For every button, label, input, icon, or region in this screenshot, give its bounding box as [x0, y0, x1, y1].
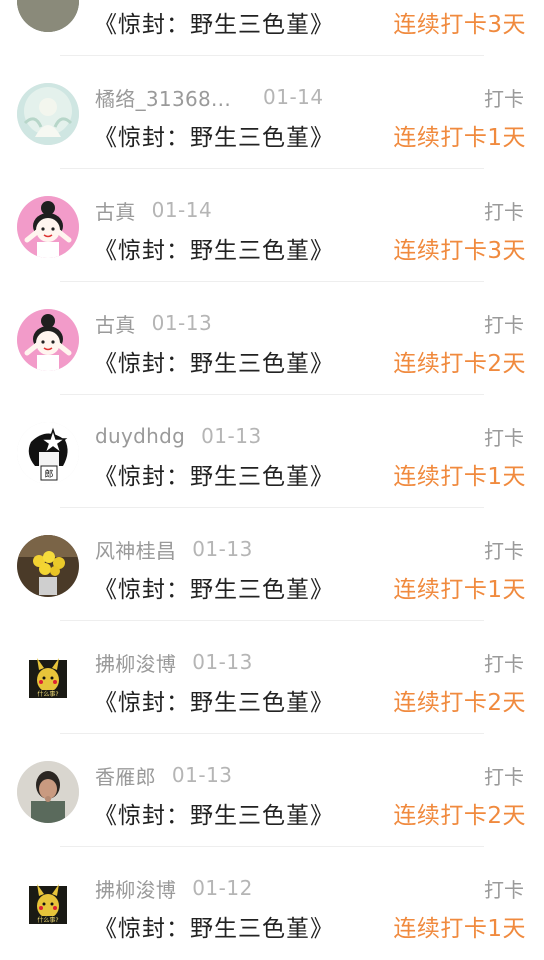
svg-text:什么事?: 什么事?: [37, 690, 58, 698]
streak-count: 连续打卡2天: [393, 803, 526, 829]
book-title[interactable]: 《惊封：野生三色堇》: [94, 231, 334, 265]
username[interactable]: 古真: [95, 196, 136, 225]
checkin-tag: 打卡: [484, 426, 524, 450]
avatar[interactable]: [17, 196, 79, 258]
book-title[interactable]: 《惊封：野生三色堇》: [94, 118, 334, 152]
svg-text:什么事?: 什么事?: [37, 916, 58, 924]
checkin-tag: 打卡: [484, 652, 524, 676]
streak-count: 连续打卡2天: [393, 690, 526, 716]
avatar[interactable]: 什么事?: [17, 648, 79, 710]
avatar[interactable]: [17, 309, 79, 371]
checkin-tag: 打卡: [484, 765, 524, 789]
streak-count: 连续打卡1天: [393, 916, 526, 942]
streak-count: 连续打卡2天: [393, 351, 526, 377]
avatar[interactable]: [17, 761, 79, 823]
book-title[interactable]: 《惊封：野生三色堇》: [94, 796, 334, 830]
streak-count: 连续打卡1天: [393, 464, 526, 490]
checkin-item[interactable]: 什么事? 拂柳浚博 01-13 打卡 《惊封：野生三色堇》 连续打卡2天: [0, 621, 544, 734]
checkin-item[interactable]: 橘络_31368... 01-14 打卡 《惊封：野生三色堇》 连续打卡1天: [0, 56, 544, 169]
post-date: 01-14: [151, 198, 213, 222]
checkin-tag: 打卡: [484, 313, 524, 337]
post-date: 01-13: [201, 424, 262, 448]
book-title[interactable]: 《惊封：野生三色堇》: [94, 457, 334, 491]
svg-text:郎: 郎: [44, 468, 53, 480]
book-title[interactable]: 《惊封：野生三色堇》: [94, 683, 334, 717]
book-title[interactable]: 《惊封：野生三色堇》: [94, 5, 334, 39]
streak-count: 连续打卡3天: [393, 238, 526, 264]
username[interactable]: 橘络_31368...: [95, 83, 231, 112]
avatar[interactable]: 郎: [17, 422, 79, 484]
book-title[interactable]: 《惊封：野生三色堇》: [94, 909, 334, 943]
post-date: 01-13: [171, 763, 233, 787]
book-title[interactable]: 《惊封：野生三色堇》: [94, 344, 334, 378]
checkin-tag: 打卡: [484, 87, 524, 111]
username[interactable]: 拂柳浚博: [95, 648, 176, 677]
avatar[interactable]: [17, 535, 79, 597]
checkin-item[interactable]: 《惊封：野生三色堇》 连续打卡3天: [0, 0, 544, 56]
checkin-item[interactable]: 什么事? 拂柳浚博 01-12 打卡 《惊封：野生三色堇》 连续打卡1天: [0, 847, 544, 960]
checkin-tag: 打卡: [484, 539, 524, 563]
post-date: 01-13: [192, 650, 253, 674]
checkin-tag: 打卡: [484, 878, 524, 902]
checkin-tag: 打卡: [484, 200, 524, 224]
checkin-item[interactable]: 古真 01-13 打卡 《惊封：野生三色堇》 连续打卡2天: [0, 282, 544, 395]
post-date: 01-13: [192, 537, 253, 561]
username[interactable]: 香雁郎: [95, 761, 156, 790]
checkin-item[interactable]: 香雁郎 01-13 打卡 《惊封：野生三色堇》 连续打卡2天: [0, 734, 544, 847]
post-date: 01-12: [192, 876, 253, 900]
avatar[interactable]: [17, 83, 79, 145]
streak-count: 连续打卡1天: [393, 125, 526, 151]
checkin-item[interactable]: 古真 01-14 打卡 《惊封：野生三色堇》 连续打卡3天: [0, 169, 544, 282]
checkin-item[interactable]: 风神桂昌 01-13 打卡 《惊封：野生三色堇》 连续打卡1天: [0, 508, 544, 621]
avatar[interactable]: 什么事?: [17, 874, 79, 936]
streak-count: 连续打卡1天: [393, 577, 526, 603]
avatar[interactable]: [17, 0, 79, 32]
username[interactable]: 风神桂昌: [95, 535, 176, 564]
username[interactable]: 拂柳浚博: [95, 874, 176, 903]
post-date: 01-14: [263, 85, 324, 109]
username[interactable]: duydhdg: [95, 424, 185, 448]
book-title[interactable]: 《惊封：野生三色堇》: [94, 570, 334, 604]
username[interactable]: 古真: [95, 309, 136, 338]
checkin-item[interactable]: 郎 duydhdg 01-13 打卡 《惊封：野生三色堇》 连续打卡1天: [0, 395, 544, 508]
streak-count: 连续打卡3天: [393, 12, 526, 38]
checkin-list: 《惊封：野生三色堇》 连续打卡3天 橘络_31368... 01-14 打卡 《…: [0, 0, 544, 960]
post-date: 01-13: [151, 311, 213, 335]
